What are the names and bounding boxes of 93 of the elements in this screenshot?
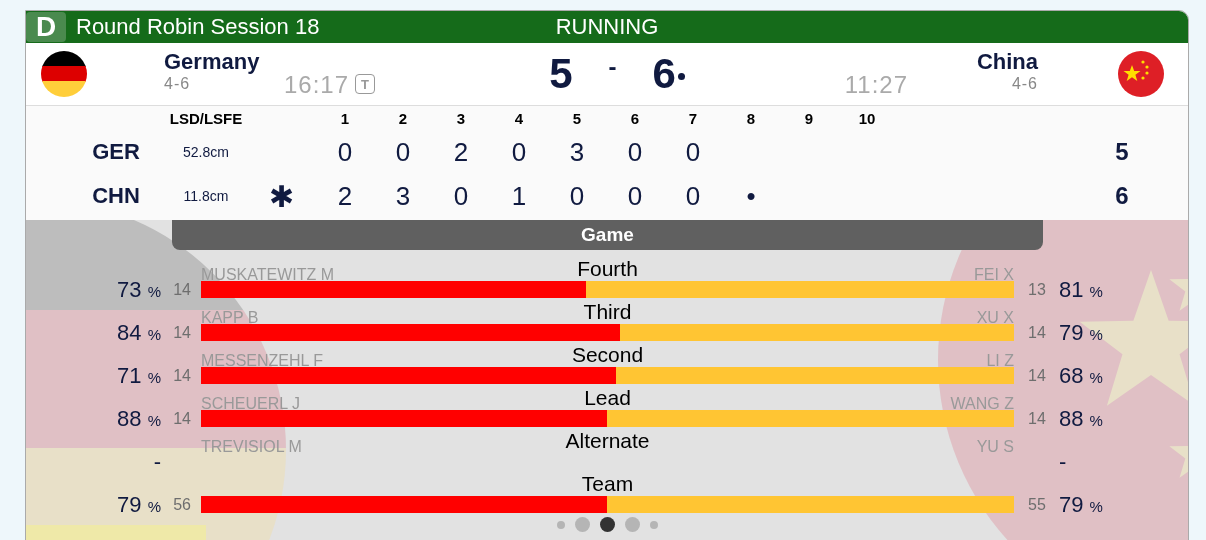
percentage: 79 % [1058,324,1104,341]
end-score: 1 [510,180,528,212]
shot-count: 14 [1027,410,1047,427]
division-badge: D [26,12,66,42]
team-score: 5 [549,50,573,98]
team-record: 4-6 [1011,75,1038,93]
shot-count: 14 [1027,324,1047,341]
team-name: Germany [164,49,260,75]
end-score: 2 [336,180,354,212]
hammer-mark: ✱ [267,178,295,214]
team-record: 4-6 [164,75,191,93]
end-number: 6 [629,109,641,127]
team-score: 6 [652,50,685,98]
percentage: 81 % [1058,281,1104,298]
end-score: 0 [626,180,644,212]
end-number: 10 [857,109,877,127]
position-label: Team [581,472,634,496]
player-name: KAPP B [201,309,260,327]
player-name: SCHEUERL J [201,395,301,413]
shot-count: 56 [172,496,192,513]
lsd-value: 11.8cm [182,188,230,204]
end-number: 9 [803,109,815,127]
percentage: 84 % [116,324,161,341]
player-name: FEI X [973,266,1014,284]
germany-flag-icon [41,51,87,97]
position-label: Third [583,300,632,324]
percentage: 88 % [116,410,161,427]
end-number: 1 [339,109,351,127]
percentage: 79 % [116,496,161,513]
end-score: 0 [336,136,354,168]
end-score: 0 [510,136,528,168]
percentage: 79 % [1058,496,1104,513]
percentage: 88 % [1058,410,1104,427]
end-number: 7 [687,109,699,127]
end-score: 0 [626,136,644,168]
shot-count: 14 [172,410,192,427]
shot-count: 13 [1027,281,1047,298]
end-score: • [745,180,757,212]
position-label: Alternate [565,429,650,453]
page-dot[interactable] [599,517,615,532]
position-label: Lead [584,386,631,410]
end-score: 0 [684,136,702,168]
position-label: Second [571,343,644,367]
player-name: YU S [975,438,1014,456]
shot-count: 14 [1027,367,1047,384]
end-score: 0 [452,180,470,212]
thinking-time: 16:17 [284,71,350,99]
end-number: 5 [571,109,583,127]
team-name: China [976,49,1038,75]
percentage: - [152,453,161,470]
team-code: CHN [91,183,141,209]
session-title: Round Robin Session 18 [76,14,320,40]
end-score: 3 [568,136,586,168]
player-name: XU X [975,309,1014,327]
end-number: 2 [397,109,409,127]
player-name: WANG Z [949,395,1014,413]
end-score: 2 [452,136,470,168]
lsd-heading: LSD/LSFE [168,109,244,127]
total-score: 5 [1114,138,1130,166]
end-score: 0 [394,136,412,168]
player-name: LI Z [985,352,1014,370]
percentage: - [1058,453,1068,470]
score-separator: - [608,53,617,81]
game-heading: Game [172,220,1043,250]
total-score: 6 [1114,182,1130,210]
shot-count: 14 [172,367,192,384]
end-number: 4 [513,109,525,127]
team-code: GER [91,139,141,165]
thinking-time: 11:27 [844,71,908,99]
timeout-badge: T [355,74,376,94]
percentage: 71 % [116,367,161,384]
game-status: RUNNING [555,14,659,40]
percentage: 73 % [116,281,161,298]
end-score: 0 [568,180,586,212]
player-name: TREVISIOL M [201,438,303,456]
percentage: 68 % [1058,367,1104,384]
player-name: MESSENZEHL F [201,352,325,370]
end-number: 8 [745,109,757,127]
page-dot[interactable] [556,520,565,529]
shot-count: 55 [1027,496,1047,513]
shot-count: 14 [172,324,192,341]
end-score: 0 [684,180,702,212]
shot-count: 14 [172,281,192,298]
player-name: MUSKATEWITZ M [201,266,336,284]
page-dot[interactable] [624,517,640,532]
china-flag-icon [1118,51,1164,97]
page-dot[interactable] [574,517,590,532]
end-number: 3 [455,109,467,127]
hammer-dot [677,73,685,81]
page-dot[interactable] [649,520,658,529]
position-label: Fourth [577,257,638,281]
end-score: 3 [394,180,412,212]
lsd-value: 52.8cm [182,144,230,160]
